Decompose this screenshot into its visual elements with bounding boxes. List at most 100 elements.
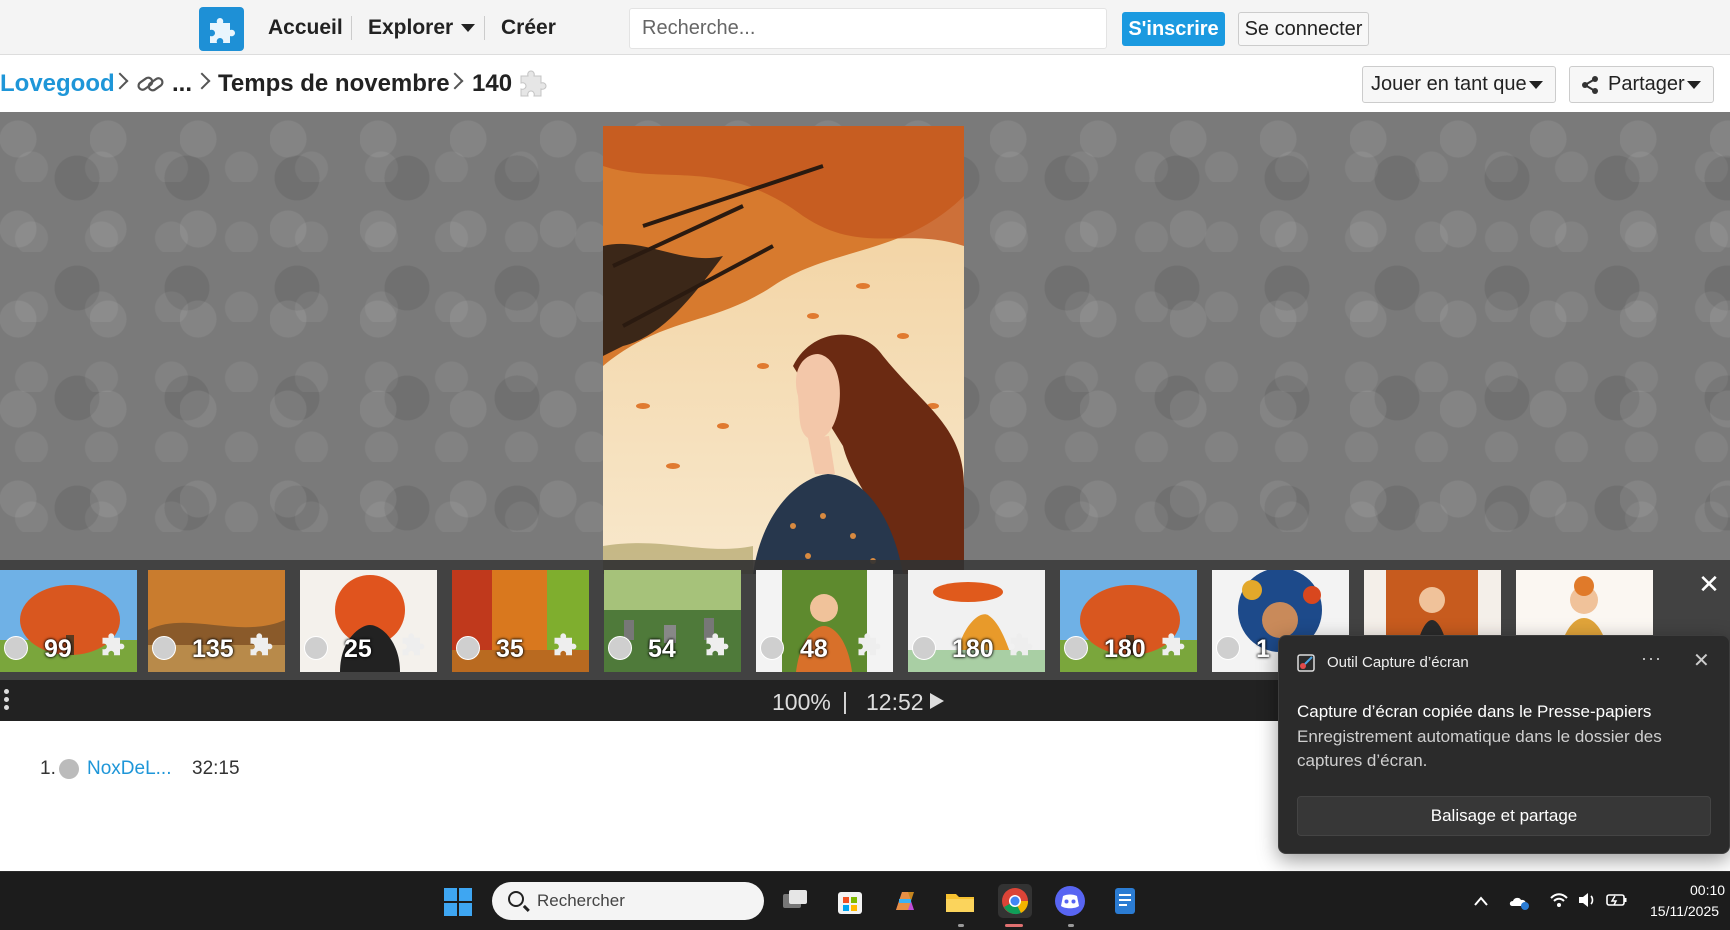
markup-share-button[interactable]: Balisage et partage: [1297, 796, 1711, 836]
avatar: [4, 636, 28, 660]
puzzle-timer: 12:52: [866, 689, 924, 715]
avatar: [1216, 636, 1240, 660]
leaderboard-user-link[interactable]: NoxDeL...: [87, 758, 171, 780]
puzzle-piece-icon: [1159, 629, 1187, 662]
toast-message: Enregistrement automatique dans le dossi…: [1297, 727, 1662, 770]
share-icon: [1580, 75, 1600, 101]
signup-button[interactable]: S'inscrire: [1122, 12, 1225, 46]
copilot-icon[interactable]: [888, 884, 922, 918]
avatar: [1064, 636, 1088, 660]
menu-dots-icon[interactable]: [4, 689, 10, 713]
puzzle-play-area[interactable]: [0, 112, 1730, 574]
taskbar-search-box[interactable]: Rechercher: [492, 882, 764, 920]
thumbnail-piece-count: 54: [648, 635, 676, 663]
chrome-icon[interactable]: [998, 884, 1032, 918]
taskbar-search-label: Rechercher: [537, 891, 625, 910]
clock-date[interactable]: 15/11/2025: [1650, 903, 1719, 919]
related-puzzle-thumbnail[interactable]: 135: [148, 570, 285, 672]
snipping-tool-toast: Outil Capture d’écran ··· ✕ Capture d’éc…: [1278, 635, 1730, 854]
play-icon[interactable]: [930, 693, 944, 709]
more-options-icon[interactable]: ···: [1641, 648, 1662, 669]
thumbnail-piece-count: 35: [496, 635, 524, 663]
toast-app-name: Outil Capture d’écran: [1327, 654, 1469, 671]
status-separator: |: [842, 688, 848, 714]
share-dropdown[interactable]: Partager: [1569, 66, 1714, 103]
thumbnail-piece-count: 48: [800, 635, 828, 663]
snipping-tool-icon: [1297, 654, 1315, 672]
avatar: [152, 636, 176, 660]
wifi-icon[interactable]: [1549, 892, 1569, 913]
nav-divider: [351, 16, 352, 40]
thumbnail-piece-count: 180: [952, 635, 994, 663]
battery-icon[interactable]: [1606, 892, 1628, 913]
puzzle-title: Temps de novembre: [218, 70, 450, 97]
close-strip-icon[interactable]: ✕: [1697, 571, 1721, 597]
task-view-icon[interactable]: [778, 884, 812, 918]
clock-time[interactable]: 00:10: [1690, 882, 1725, 898]
volume-icon[interactable]: [1577, 892, 1597, 913]
nav-explore-dropdown[interactable]: Explorer: [368, 16, 476, 40]
link-icon[interactable]: [136, 72, 166, 101]
puzzle-piece-icon: [855, 629, 883, 662]
share-label: Partager: [1608, 73, 1685, 95]
close-icon[interactable]: ✕: [1693, 648, 1710, 673]
discord-icon[interactable]: [1053, 884, 1087, 918]
nav-create-link[interactable]: Créer: [501, 16, 556, 40]
play-as-dropdown[interactable]: Jouer en tant que: [1362, 66, 1556, 103]
play-as-label: Jouer en tant que: [1371, 73, 1527, 95]
related-puzzle-thumbnail[interactable]: 35: [452, 570, 589, 672]
nav-explore-label: Explorer: [368, 16, 454, 39]
thumbnail-piece-count: 99: [44, 635, 72, 663]
search-icon: [508, 891, 524, 907]
leaderboard-time: 32:15: [192, 758, 240, 779]
windows-taskbar: Rechercher 00:10 15/11/2025: [0, 871, 1730, 930]
piece-count: 140: [472, 70, 513, 97]
thumbnail-piece-count: 1: [1256, 635, 1270, 663]
breadcrumb-user-link[interactable]: Lovegood: [0, 70, 115, 98]
avatar: [59, 759, 79, 779]
puzzle-piece-icon: [399, 629, 427, 662]
avatar: [304, 636, 328, 660]
thumbnail-piece-count: 135: [192, 635, 234, 663]
running-indicator: [1068, 924, 1074, 927]
top-navbar: Accueil Explorer Créer S'inscrire Se con…: [0, 0, 1730, 55]
active-indicator: [1005, 924, 1023, 927]
related-puzzle-thumbnail[interactable]: 48: [756, 570, 893, 672]
related-puzzle-thumbnail[interactable]: 99: [0, 570, 137, 672]
thumbnail-piece-count: 180: [1104, 635, 1146, 663]
avatar: [456, 636, 480, 660]
related-puzzle-thumbnail[interactable]: 25: [300, 570, 437, 672]
windows-start-icon[interactable]: [444, 888, 473, 917]
site-logo-puzzle-icon[interactable]: [199, 7, 244, 51]
chevron-down-icon: [1529, 81, 1543, 89]
file-explorer-icon[interactable]: [943, 884, 977, 918]
puzzle-piece-icon: [551, 629, 579, 662]
nav-home-link[interactable]: Accueil: [268, 16, 343, 40]
puzzle-piece-icon: [99, 629, 127, 662]
document-app-icon[interactable]: [1108, 884, 1142, 918]
related-puzzle-thumbnail[interactable]: 180: [1060, 570, 1197, 672]
avatar: [760, 636, 784, 660]
search-input[interactable]: [629, 8, 1107, 49]
login-button[interactable]: Se connecter: [1238, 12, 1369, 46]
thumbnail-piece-count: 25: [344, 635, 372, 663]
chevron-down-icon: [461, 24, 476, 33]
microsoft-store-icon[interactable]: [833, 884, 867, 918]
chevron-up-icon[interactable]: [1473, 892, 1489, 912]
related-puzzle-thumbnail[interactable]: 180: [908, 570, 1045, 672]
avatar: [608, 636, 632, 660]
breadcrumb: Lovegood ... Temps de novembre 140 Jouer…: [0, 56, 1730, 112]
related-puzzle-thumbnail[interactable]: 54: [604, 570, 741, 672]
chevron-down-icon: [1687, 81, 1701, 89]
running-indicator: [958, 924, 964, 927]
puzzle-image[interactable]: [603, 126, 964, 574]
avatar: [912, 636, 936, 660]
breadcrumb-ellipsis[interactable]: ...: [172, 70, 192, 98]
nav-divider: [484, 16, 485, 40]
zoom-level: 100%: [772, 689, 831, 715]
toast-title: Capture d’écran copiée dans le Presse-pa…: [1297, 702, 1652, 721]
puzzle-piece-icon: [517, 65, 549, 104]
chevron-right-icon: [193, 72, 211, 90]
puzzle-piece-icon: [1007, 629, 1035, 662]
onedrive-icon[interactable]: [1508, 892, 1530, 915]
